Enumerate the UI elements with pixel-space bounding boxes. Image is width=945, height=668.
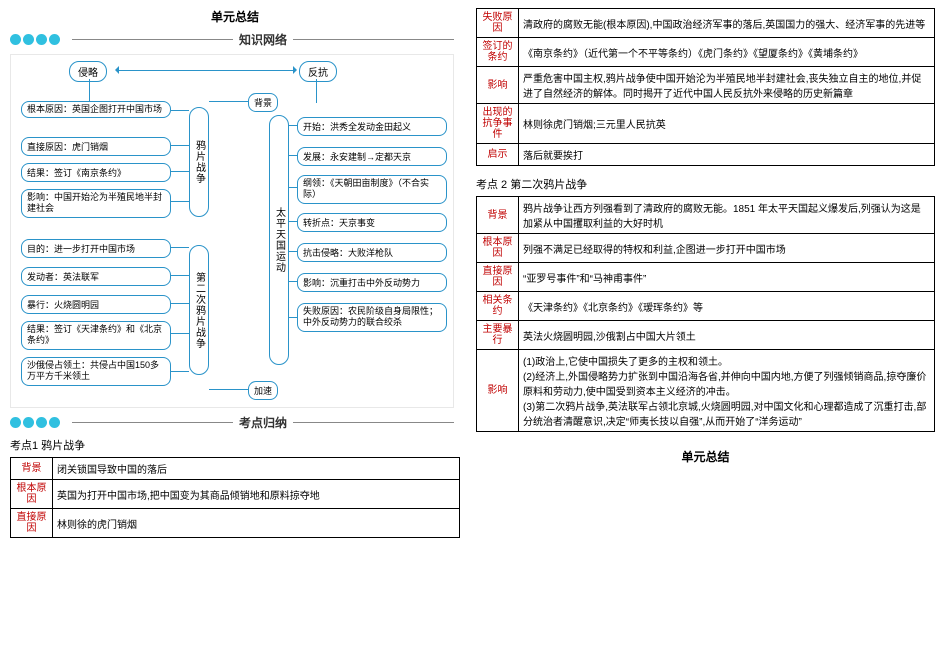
cell-head: 直接原因 <box>11 509 53 538</box>
cell-head: 出现的抗争事件 <box>477 104 519 144</box>
page-title: 单元总结 <box>10 8 460 25</box>
cell-head: 根本原因 <box>477 234 519 263</box>
cap-l8: 结果：签订《天津条约》和《北京条约》 <box>21 321 171 350</box>
table-row: 出现的抗争事件林则徐虎门销烟;三元里人民抗英 <box>477 104 935 144</box>
table-row: 直接原因“亚罗号事件”和“马神甫事件” <box>477 263 935 292</box>
kd2-table: 背景鸦片战争让西方列强看到了清政府的腐败无能。1851 年太平天国起义爆发后,列… <box>476 196 935 432</box>
table-row: 相关条约《天津条约》《北京条约》《瑷珲条约》等 <box>477 292 935 321</box>
cell-val: 列强不满足已经取得的特权和利益,企图进一步打开中国市场 <box>519 234 935 263</box>
table-row: 失败原因清政府的腐败无能(根本原因),中国政治经济军事的落后,英国国力的强大、经… <box>477 9 935 38</box>
table-row: 根本原因英国为打开中国市场,把中国变为其商品倾销地和原料掠夺地 <box>11 480 460 509</box>
cap-r4: 转折点：天京事变 <box>297 213 447 232</box>
cell-head: 签订的条约 <box>477 38 519 67</box>
cap-r5: 抗击侵略：大败洋枪队 <box>297 243 447 262</box>
cap-l9: 沙俄侵占领土：共侵占中国150多万平方千米领土 <box>21 357 171 386</box>
kd1-title: 考点1 鸦片战争 <box>10 437 460 453</box>
cell-head: 根本原因 <box>11 480 53 509</box>
footer-title: 单元总结 <box>476 448 935 465</box>
cell-val: “亚罗号事件”和“马神甫事件” <box>519 263 935 292</box>
table-row: 根本原因列强不满足已经取得的特权和利益,企图进一步打开中国市场 <box>477 234 935 263</box>
cap-l2: 直接原因：虎门销烟 <box>21 137 171 156</box>
right-column: 失败原因清政府的腐败无能(根本原因),中国政治经济军事的落后,英国国力的强大、经… <box>470 0 945 668</box>
table-row: 启示落后就要挨打 <box>477 144 935 166</box>
cell-val: 清政府的腐败无能(根本原因),中国政治经济军事的落后,英国国力的强大、经济军事的… <box>519 9 935 38</box>
cell-head: 失败原因 <box>477 9 519 38</box>
cell-val: (1)政治上,它使中国损失了更多的主权和领土。 (2)经济上,外国侵略势力扩张到… <box>519 350 935 432</box>
cap-r3: 纲领：《天朝田亩制度》（不合实际） <box>297 175 447 204</box>
cap-r1: 开始：洪秀全发动金田起义 <box>297 117 447 136</box>
cell-head: 直接原因 <box>477 263 519 292</box>
cell-head: 影响 <box>477 350 519 432</box>
cell-head: 影响 <box>477 67 519 104</box>
pill-dots-icon-2 <box>10 417 60 428</box>
cell-head: 背景 <box>477 197 519 234</box>
cap-l7: 暴行：火烧圆明园 <box>21 295 171 314</box>
cell-val: 英法火烧圆明园,沙俄割占中国大片领土 <box>519 321 935 350</box>
pillar-taiping: 太平天国运动 <box>269 115 289 365</box>
left-column: 单元总结 知识网络 侵略 反抗 背景 加速 鸦片战争 第二次鸦片战争 太平天国运… <box>0 0 470 668</box>
cell-head: 相关条约 <box>477 292 519 321</box>
cap-l3: 结果：签订《南京条约》 <box>21 163 171 182</box>
cap-r2: 发展：永安建制→定都天京 <box>297 147 447 166</box>
cell-val: 《南京条约》（近代第一个不平等条约）《虎门条约》《望厦条约》《黄埔条约》 <box>519 38 935 67</box>
cell-head: 主要暴行 <box>477 321 519 350</box>
pill-resist: 反抗 <box>299 61 337 82</box>
pill-dots-icon <box>10 34 60 45</box>
section-label-network: 知识网络 <box>239 31 287 48</box>
pillar-opium2: 第二次鸦片战争 <box>189 245 209 375</box>
knowledge-network-diagram: 侵略 反抗 背景 加速 鸦片战争 第二次鸦片战争 太平天国运动 根本原因：英国企… <box>10 54 454 408</box>
pill-invade: 侵略 <box>69 61 107 82</box>
cap-l4: 影响：中国开始沦为半殖民地半封建社会 <box>21 189 171 218</box>
kd2-title: 考点 2 第二次鸦片战争 <box>476 176 935 192</box>
pillar-opium1: 鸦片战争 <box>189 107 209 217</box>
cap-l5: 目的：进一步打开中国市场 <box>21 239 171 258</box>
label-background: 背景 <box>248 93 278 112</box>
cap-r6: 影响：沉重打击中外反动势力 <box>297 273 447 292</box>
table-row: 直接原因林则徐的虎门销烟 <box>11 509 460 538</box>
cell-val: 英国为打开中国市场,把中国变为其商品倾销地和原料掠夺地 <box>53 480 460 509</box>
cell-val: 林则徐的虎门销烟 <box>53 509 460 538</box>
kd1-table: 背景闭关锁国导致中国的落后 根本原因英国为打开中国市场,把中国变为其商品倾销地和… <box>10 457 460 538</box>
section-header-points: 考点归纳 <box>10 414 460 431</box>
cell-val: 《天津条约》《北京条约》《瑷珲条约》等 <box>519 292 935 321</box>
table-row: 背景闭关锁国导致中国的落后 <box>11 458 460 480</box>
section-header-network: 知识网络 <box>10 31 460 48</box>
table-row: 影响(1)政治上,它使中国损失了更多的主权和领土。 (2)经济上,外国侵略势力扩… <box>477 350 935 432</box>
table-row: 背景鸦片战争让西方列强看到了清政府的腐败无能。1851 年太平天国起义爆发后,列… <box>477 197 935 234</box>
kd1b-table: 失败原因清政府的腐败无能(根本原因),中国政治经济军事的落后,英国国力的强大、经… <box>476 8 935 166</box>
table-row: 签订的条约《南京条约》（近代第一个不平等条约）《虎门条约》《望厦条约》《黄埔条约… <box>477 38 935 67</box>
cell-val: 落后就要挨打 <box>519 144 935 166</box>
cell-val: 林则徐虎门销烟;三元里人民抗英 <box>519 104 935 144</box>
section-label-points: 考点归纳 <box>239 414 287 431</box>
table-row: 主要暴行英法火烧圆明园,沙俄割占中国大片领土 <box>477 321 935 350</box>
cell-head: 背景 <box>11 458 53 480</box>
cell-val: 闭关锁国导致中国的落后 <box>53 458 460 480</box>
label-accelerate: 加速 <box>248 381 278 400</box>
cell-val: 鸦片战争让西方列强看到了清政府的腐败无能。1851 年太平天国起义爆发后,列强认… <box>519 197 935 234</box>
table-row: 影响严重危害中国主权,鸦片战争使中国开始沦为半殖民地半封建社会,丧失独立自主的地… <box>477 67 935 104</box>
cap-l1: 根本原因：英国企图打开中国市场 <box>21 101 171 118</box>
cell-val: 严重危害中国主权,鸦片战争使中国开始沦为半殖民地半封建社会,丧失独立自主的地位,… <box>519 67 935 104</box>
cap-l6: 发动者：英法联军 <box>21 267 171 286</box>
cap-r7: 失败原因：农民阶级自身局限性；中外反动势力的联合绞杀 <box>297 303 447 332</box>
cell-head: 启示 <box>477 144 519 166</box>
